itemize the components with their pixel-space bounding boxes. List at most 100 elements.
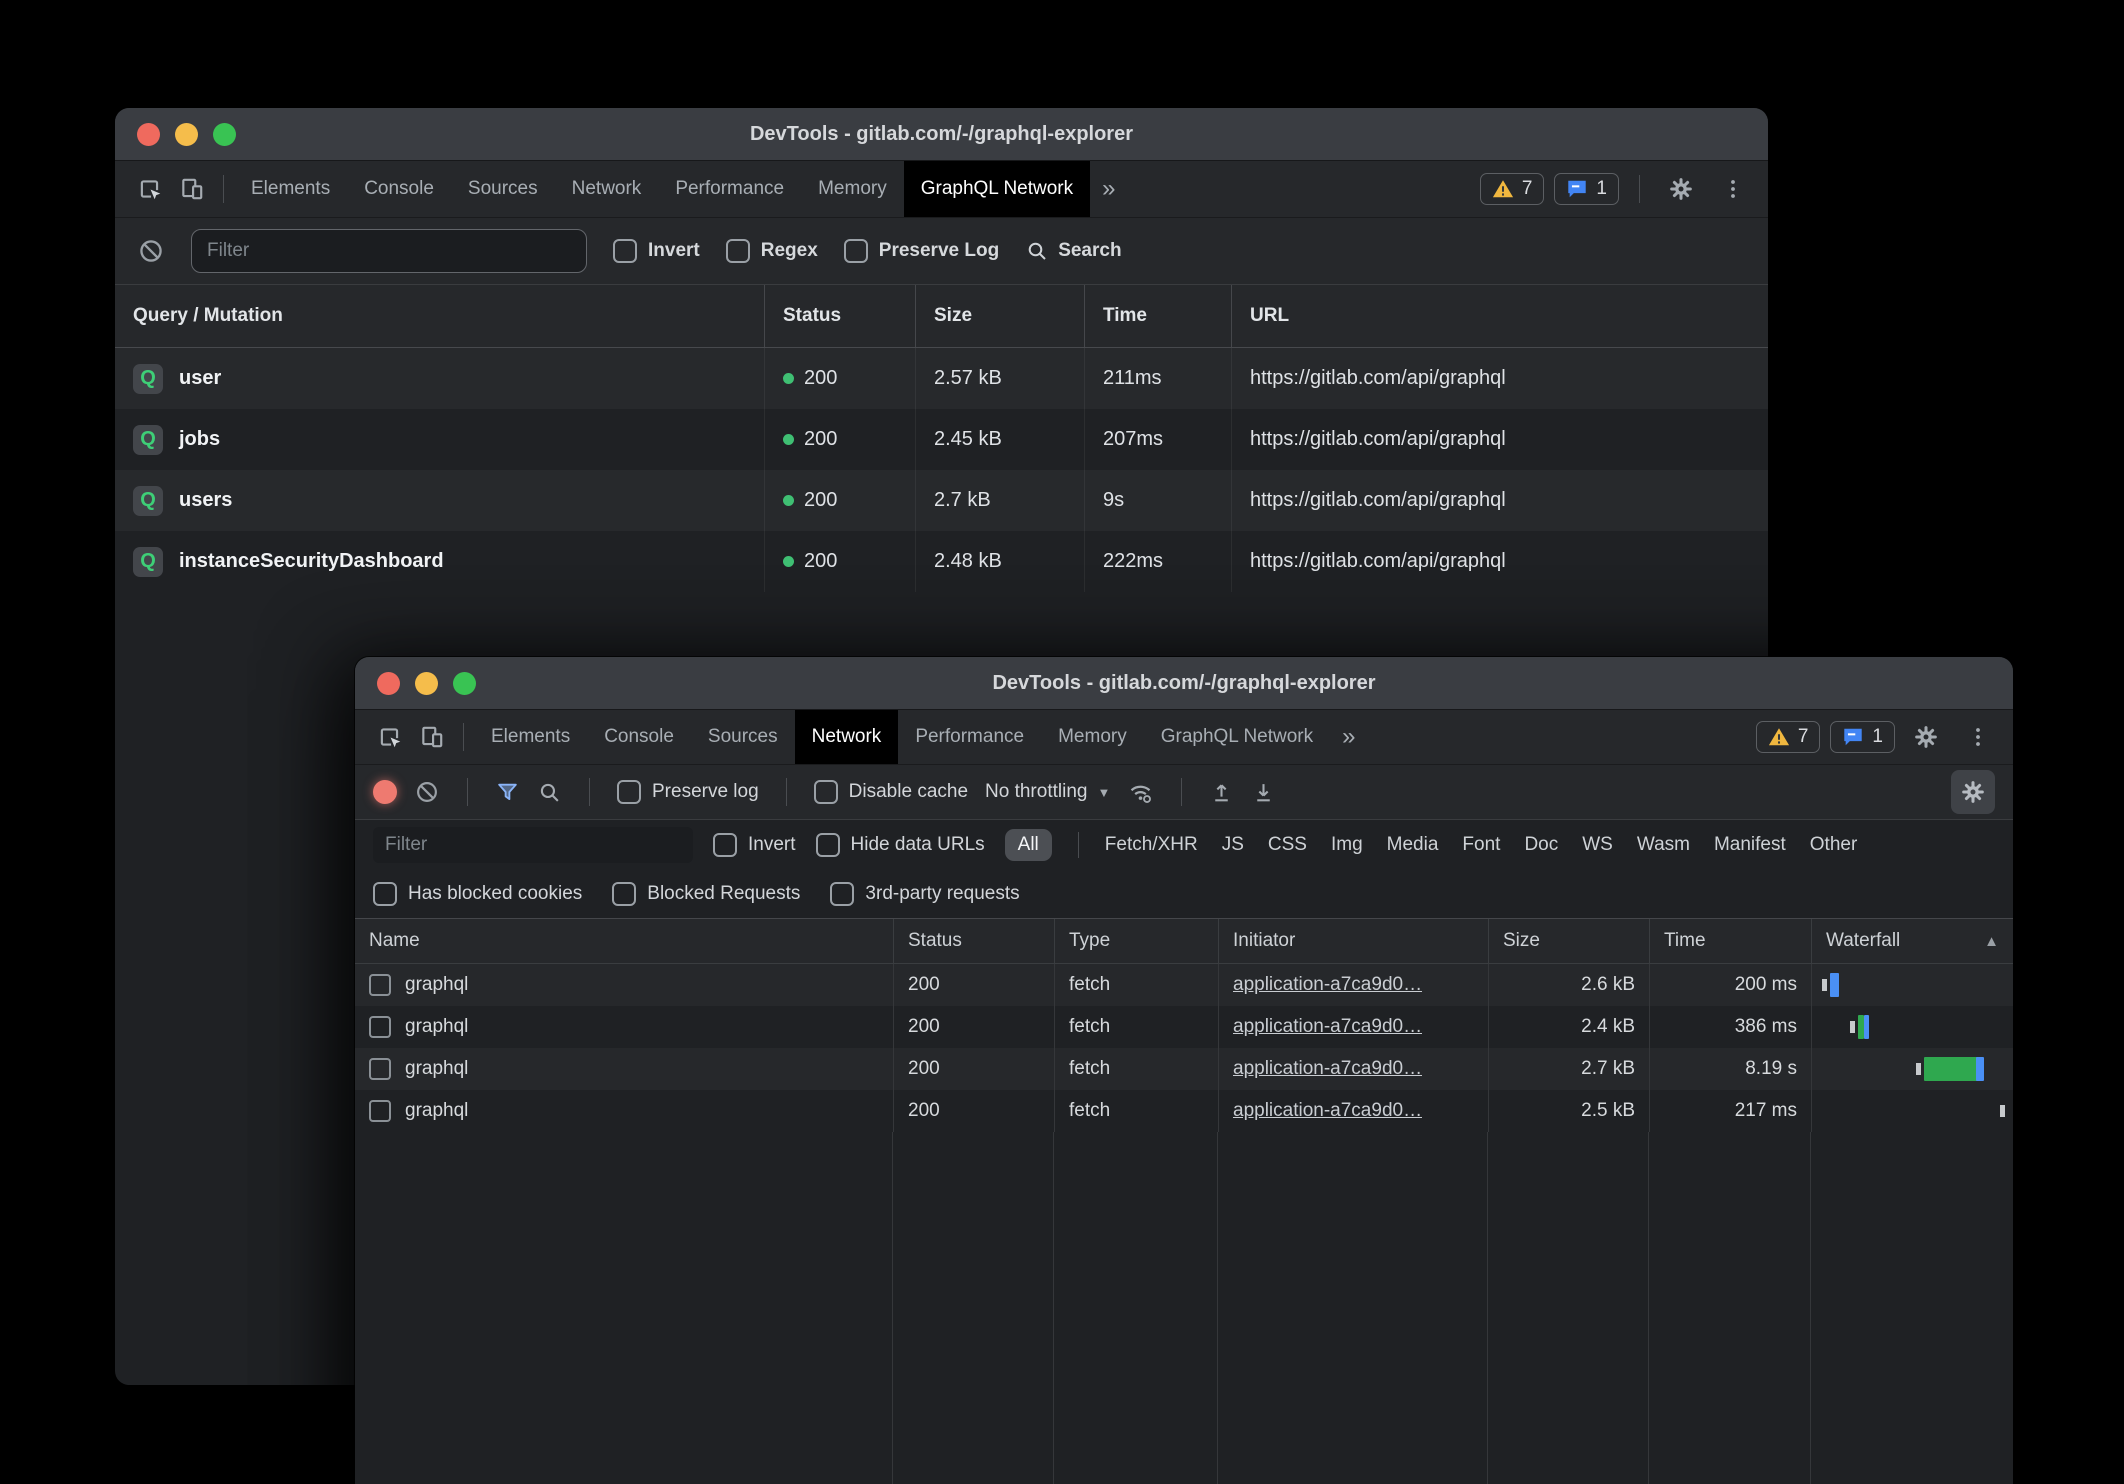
close-button[interactable]: [137, 123, 160, 146]
tab-performance[interactable]: Performance: [898, 710, 1041, 764]
inspect-element-button[interactable]: [369, 717, 411, 757]
warnings-badge[interactable]: 7: [1480, 173, 1545, 205]
type-filter-all[interactable]: All: [1005, 829, 1052, 861]
query-row[interactable]: Qjobs2002.45 kB207mshttps://gitlab.com/a…: [115, 409, 1768, 470]
network-settings-button[interactable]: [1951, 770, 1995, 814]
initiator-link[interactable]: application-a7ca9d0…: [1233, 1100, 1422, 1122]
tab-elements[interactable]: Elements: [474, 710, 587, 764]
zoom-button[interactable]: [453, 672, 476, 695]
throttling-select[interactable]: No throttling ▼: [985, 781, 1110, 803]
column-header-type[interactable]: Type: [1054, 919, 1218, 963]
device-toolbar-button[interactable]: [411, 717, 453, 757]
tab-memory[interactable]: Memory: [801, 161, 904, 217]
column-header-size[interactable]: Size: [915, 285, 1084, 347]
type-filter-js[interactable]: JS: [1222, 834, 1244, 856]
request-row[interactable]: graphql200fetchapplication-a7ca9d0…2.5 k…: [355, 1090, 2013, 1132]
query-row[interactable]: Quser2002.57 kB211mshttps://gitlab.com/a…: [115, 348, 1768, 409]
initiator-link[interactable]: application-a7ca9d0…: [1233, 1016, 1422, 1038]
checkbox-3rd-party-requests[interactable]: 3rd-party requests: [830, 882, 1019, 906]
checkbox-regex[interactable]: Regex: [726, 239, 818, 263]
warnings-badge[interactable]: 7: [1756, 721, 1821, 753]
type-filter-wasm[interactable]: Wasm: [1637, 834, 1690, 856]
column-header-initiator[interactable]: Initiator: [1218, 919, 1488, 963]
query-row[interactable]: QinstanceSecurityDashboard2002.48 kB222m…: [115, 531, 1768, 592]
menu-button[interactable]: [1957, 717, 1999, 757]
more-tabs-button[interactable]: »: [1090, 175, 1127, 203]
filter-input[interactable]: [191, 229, 587, 273]
row-checkbox[interactable]: [369, 1016, 391, 1038]
block-icon[interactable]: [137, 237, 165, 265]
request-row[interactable]: graphql200fetchapplication-a7ca9d0…2.6 k…: [355, 964, 2013, 1006]
row-checkbox[interactable]: [369, 1058, 391, 1080]
type-filter-media[interactable]: Media: [1387, 834, 1439, 856]
query-row[interactable]: Qusers2002.7 kB9shttps://gitlab.com/api/…: [115, 470, 1768, 531]
column-header-url[interactable]: URL: [1231, 285, 1768, 347]
warning-icon: [1492, 178, 1514, 200]
checkbox-preserve-log[interactable]: Preserve log: [617, 780, 759, 804]
checkbox-hide-data-urls[interactable]: Hide data URLs: [816, 833, 985, 857]
column-header-name[interactable]: Name: [355, 919, 893, 963]
column-header-waterfall[interactable]: Waterfall▲: [1811, 919, 2013, 963]
type-filter-doc[interactable]: Doc: [1524, 834, 1558, 856]
import-har-button[interactable]: [1209, 780, 1234, 805]
zoom-button[interactable]: [213, 123, 236, 146]
menu-button[interactable]: [1712, 169, 1754, 209]
network-conditions-button[interactable]: [1127, 779, 1154, 806]
initiator-link[interactable]: application-a7ca9d0…: [1233, 974, 1422, 996]
tab-network[interactable]: Network: [555, 161, 659, 217]
minimize-button[interactable]: [175, 123, 198, 146]
column-header-size[interactable]: Size: [1488, 919, 1649, 963]
network-filter-input[interactable]: [373, 827, 693, 863]
type-filter-img[interactable]: Img: [1331, 834, 1363, 856]
title-bar[interactable]: DevTools - gitlab.com/-/graphql-explorer: [115, 108, 1768, 161]
inspect-element-button[interactable]: [129, 169, 171, 209]
close-button[interactable]: [377, 672, 400, 695]
search-button[interactable]: Search: [1025, 239, 1121, 263]
column-header-query-mutation[interactable]: Query / Mutation: [115, 285, 764, 347]
checkbox-preserve-log[interactable]: Preserve Log: [844, 239, 999, 263]
issues-badge[interactable]: 1: [1830, 721, 1895, 753]
type-filter-fetch-xhr[interactable]: Fetch/XHR: [1105, 834, 1198, 856]
tab-memory[interactable]: Memory: [1041, 710, 1144, 764]
type-filter-other[interactable]: Other: [1810, 834, 1858, 856]
export-har-button[interactable]: [1251, 780, 1276, 805]
tab-console[interactable]: Console: [587, 710, 691, 764]
minimize-button[interactable]: [415, 672, 438, 695]
row-checkbox[interactable]: [369, 1100, 391, 1122]
tab-sources[interactable]: Sources: [691, 710, 795, 764]
row-checkbox[interactable]: [369, 974, 391, 996]
filter-toggle-button[interactable]: [495, 780, 520, 805]
settings-button[interactable]: [1905, 717, 1947, 757]
type-filter-ws[interactable]: WS: [1582, 834, 1613, 856]
tab-graphql-network[interactable]: GraphQL Network: [1144, 710, 1330, 764]
settings-button[interactable]: [1660, 169, 1702, 209]
request-row[interactable]: graphql200fetchapplication-a7ca9d0…2.4 k…: [355, 1006, 2013, 1048]
title-bar[interactable]: DevTools - gitlab.com/-/graphql-explorer: [355, 657, 2013, 710]
column-header-status[interactable]: Status: [893, 919, 1054, 963]
search-button[interactable]: [537, 780, 562, 805]
record-button[interactable]: [373, 780, 397, 804]
issues-badge[interactable]: 1: [1554, 173, 1619, 205]
type-filter-font[interactable]: Font: [1462, 834, 1500, 856]
checkbox-has-blocked-cookies[interactable]: Has blocked cookies: [373, 882, 582, 906]
tab-performance[interactable]: Performance: [658, 161, 801, 217]
checkbox-blocked-requests[interactable]: Blocked Requests: [612, 882, 800, 906]
request-row[interactable]: graphql200fetchapplication-a7ca9d0…2.7 k…: [355, 1048, 2013, 1090]
tab-graphql-network[interactable]: GraphQL Network: [904, 161, 1090, 217]
tab-elements[interactable]: Elements: [234, 161, 347, 217]
type-filter-manifest[interactable]: Manifest: [1714, 834, 1786, 856]
column-header-status[interactable]: Status: [764, 285, 915, 347]
column-header-time[interactable]: Time: [1084, 285, 1231, 347]
initiator-link[interactable]: application-a7ca9d0…: [1233, 1058, 1422, 1080]
more-tabs-button[interactable]: »: [1330, 723, 1367, 751]
checkbox-disable-cache[interactable]: Disable cache: [814, 780, 968, 804]
tab-sources[interactable]: Sources: [451, 161, 555, 217]
clear-button[interactable]: [414, 779, 440, 805]
tab-network[interactable]: Network: [795, 710, 899, 764]
type-filter-css[interactable]: CSS: [1268, 834, 1307, 856]
device-toolbar-button[interactable]: [171, 169, 213, 209]
column-header-time[interactable]: Time: [1649, 919, 1811, 963]
tab-console[interactable]: Console: [347, 161, 451, 217]
checkbox-invert[interactable]: Invert: [713, 833, 796, 857]
checkbox-invert[interactable]: Invert: [613, 239, 700, 263]
